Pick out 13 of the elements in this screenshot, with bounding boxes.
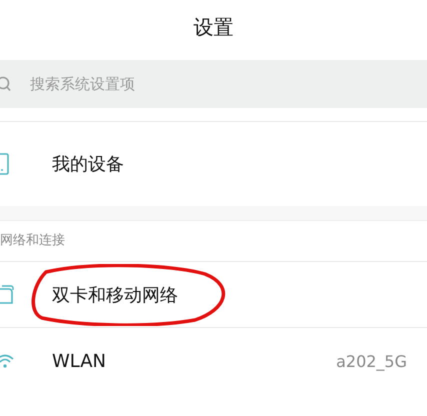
sim-card-icon [0, 284, 14, 306]
settings-item[interactable]: WLAN a202_5G [0, 327, 427, 394]
item-label: 我的设备 [52, 153, 124, 176]
search-icon [0, 76, 12, 92]
settings-item[interactable]: 双卡和移动网络 [0, 261, 427, 327]
wifi-icon [0, 353, 14, 369]
item-label: WLAN [52, 350, 106, 372]
search-field[interactable]: 搜索系统设置项 [30, 75, 427, 93]
item-value: a202_5G [336, 352, 407, 370]
search-bar[interactable]: 搜索系统设置项 [0, 60, 427, 108]
page-title: 设置 [192, 14, 234, 41]
item-label: 双卡和移动网络 [52, 284, 178, 306]
tablet-icon [0, 153, 10, 175]
